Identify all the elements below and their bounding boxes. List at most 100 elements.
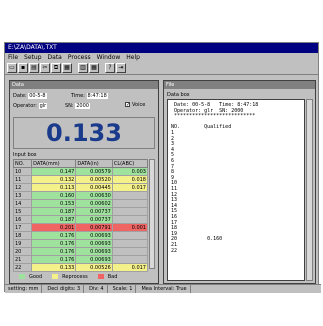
status-scale: Scale: 1 xyxy=(113,285,137,293)
grid-cell-mm[interactable]: 0.187 xyxy=(31,215,77,224)
help-icon[interactable]: ? xyxy=(105,63,115,73)
menu-help[interactable]: Help xyxy=(126,53,140,62)
grid-cell-no[interactable]: 14 xyxy=(12,199,33,208)
grid-cell-in[interactable]: 0.00579 xyxy=(75,167,113,176)
grid-cell-in[interactable]: 0.00630 xyxy=(75,191,113,200)
grid-cell-cl[interactable]: 0.003 xyxy=(111,167,149,176)
table-row[interactable]: 16 0.187 0.00737 xyxy=(12,215,149,224)
open-icon[interactable]: ▭ xyxy=(7,63,17,73)
print-icon[interactable]: ▤ xyxy=(29,63,39,73)
grid-cell-mm[interactable]: 0.133 xyxy=(31,263,77,272)
current-measurement: 0.133 xyxy=(13,117,155,149)
grid-cell-cl[interactable] xyxy=(111,247,149,256)
col-cl-abc[interactable]: CL(ABC) xyxy=(111,159,149,168)
grid-cell-cl[interactable]: 0.001 xyxy=(111,223,149,232)
grid-cell-in[interactable]: 0.00791 xyxy=(75,223,113,232)
grid-cell-in[interactable]: 0.00520 xyxy=(75,175,113,184)
grid-cell-cl[interactable]: 0.017 xyxy=(111,263,149,272)
grid-cell-in[interactable]: 0.00693 xyxy=(75,239,113,248)
table-row[interactable]: 19 0.176 0.00693 xyxy=(12,239,149,248)
grid-cell-cl[interactable] xyxy=(111,231,149,240)
grid-cell-in[interactable]: 0.00737 xyxy=(75,207,113,216)
table-row[interactable]: 12 0.113 0.00445 0.017 xyxy=(12,183,149,192)
grid-cell-no[interactable]: 12 xyxy=(12,183,33,192)
table-icon[interactable]: ▦ xyxy=(89,63,99,73)
grid-cell-cl[interactable]: 0.018 xyxy=(111,175,149,184)
grid-cell-mm[interactable]: 0.147 xyxy=(31,167,77,176)
grid-cell-in[interactable]: 0.00526 xyxy=(75,263,113,272)
table-row[interactable]: 11 0.132 0.00520 0.018 xyxy=(12,175,149,184)
grid-cell-mm[interactable]: 0.176 xyxy=(31,247,77,256)
menu-data[interactable]: Data xyxy=(48,53,62,62)
grid-cell-no[interactable]: 19 xyxy=(12,239,33,248)
grid-cell-mm[interactable]: 0.176 xyxy=(31,255,77,264)
grid-cell-mm[interactable]: 0.187 xyxy=(31,207,77,216)
col-no[interactable]: NO. xyxy=(12,159,33,168)
grid-cell-no[interactable]: 18 xyxy=(12,231,33,240)
table-row[interactable]: 17 0.201 0.00791 0.001 xyxy=(12,223,149,232)
grid-cell-no[interactable]: 20 xyxy=(12,247,33,256)
data-box-scrollbar[interactable] xyxy=(306,99,313,281)
grid-cell-mm[interactable]: 0.160 xyxy=(31,191,77,200)
grid-cell-no[interactable]: 10 xyxy=(12,167,33,176)
grid-cell-no[interactable]: 21 xyxy=(12,255,33,264)
table-row[interactable]: 18 0.176 0.00693 xyxy=(12,231,149,240)
grid-cell-cl[interactable] xyxy=(111,215,149,224)
grid-cell-cl[interactable]: 0.017 xyxy=(111,183,149,192)
legend: Good Reprocess Bad xyxy=(13,272,155,281)
data-window: Data Date: 00-5-8 Time: 8:47:18 Operator… xyxy=(9,80,159,284)
grid-scrollbar[interactable] xyxy=(149,159,155,269)
grid-cell-no[interactable]: 22 xyxy=(12,263,33,272)
status-bar: setting: mm Deci digits: 3 Div: 4 Scale:… xyxy=(5,284,321,293)
data-box-text[interactable]: Date: 00-5-8 Time: 8:47:18 Operator: glr… xyxy=(167,99,305,281)
grid-cell-mm[interactable]: 0.201 xyxy=(31,223,77,232)
table-row[interactable]: 22 0.133 0.00526 0.017 xyxy=(12,263,149,272)
exit-icon[interactable]: ⇥ xyxy=(116,63,126,73)
data-grid[interactable]: NO. DATA(mm) DATA(in) CL(ABC) 10 0.147 0.0… xyxy=(12,159,149,272)
operator-label: Operator: xyxy=(13,103,37,109)
grid-cell-in[interactable]: 0.00602 xyxy=(75,199,113,208)
menu-file[interactable]: File xyxy=(8,53,18,62)
grid-cell-cl[interactable] xyxy=(111,255,149,264)
grid-cell-mm[interactable]: 0.176 xyxy=(31,231,77,240)
grid-cell-cl[interactable] xyxy=(111,207,149,216)
save-icon[interactable]: ▪ xyxy=(18,63,28,73)
grid-cell-cl[interactable] xyxy=(111,199,149,208)
table-row[interactable]: 14 0.153 0.00602 xyxy=(12,199,149,208)
grid-cell-no[interactable]: 15 xyxy=(12,207,33,216)
menu-process[interactable]: Process xyxy=(68,53,91,62)
grid-cell-no[interactable]: 11 xyxy=(12,175,33,184)
table-row[interactable]: 10 0.147 0.00579 0.003 xyxy=(12,167,149,176)
grid-cell-no[interactable]: 16 xyxy=(12,215,33,224)
grid-cell-no[interactable]: 13 xyxy=(12,191,33,200)
table-row[interactable]: 21 0.176 0.00693 xyxy=(12,255,149,264)
voice-checkbox[interactable]: ✓ xyxy=(125,102,130,108)
grid-cell-in[interactable]: 0.00693 xyxy=(75,247,113,256)
grid-cell-cl[interactable] xyxy=(111,239,149,248)
input-box-label: Input box xyxy=(13,152,37,158)
grid-cell-in[interactable]: 0.00737 xyxy=(75,215,113,224)
menu-setup[interactable]: Setup xyxy=(24,53,41,62)
grid-cell-cl[interactable] xyxy=(111,191,149,200)
status-setting: setting: mm xyxy=(8,285,43,293)
grid-cell-no[interactable]: 17 xyxy=(12,223,33,232)
legend-bad: Bad xyxy=(107,273,118,280)
grid-cell-mm[interactable]: 0.132 xyxy=(31,175,77,184)
data-box-line: *************************** xyxy=(171,113,256,120)
table-row[interactable]: 20 0.176 0.00693 xyxy=(12,247,149,256)
copy-icon[interactable]: ⧉ xyxy=(51,63,61,73)
grid-cell-in[interactable]: 0.00693 xyxy=(75,255,113,264)
table-row[interactable]: 15 0.187 0.00737 xyxy=(12,207,149,216)
col-data-in[interactable]: DATA(in) xyxy=(75,159,113,168)
grid-cell-in[interactable]: 0.00693 xyxy=(75,231,113,240)
grid-cell-mm[interactable]: 0.176 xyxy=(31,239,77,248)
grid-cell-mm[interactable]: 0.153 xyxy=(31,199,77,208)
col-data-mm[interactable]: DATA(mm) xyxy=(31,159,77,168)
paste-icon[interactable]: ▦ xyxy=(62,63,72,73)
grid-cell-in[interactable]: 0.00445 xyxy=(75,183,113,192)
table-row[interactable]: 13 0.160 0.00630 xyxy=(12,191,149,200)
chart-icon[interactable]: ▥ xyxy=(78,63,88,73)
menu-window[interactable]: Window xyxy=(97,53,121,62)
cut-icon[interactable]: ✂ xyxy=(40,63,50,73)
grid-cell-mm[interactable]: 0.113 xyxy=(31,183,77,192)
